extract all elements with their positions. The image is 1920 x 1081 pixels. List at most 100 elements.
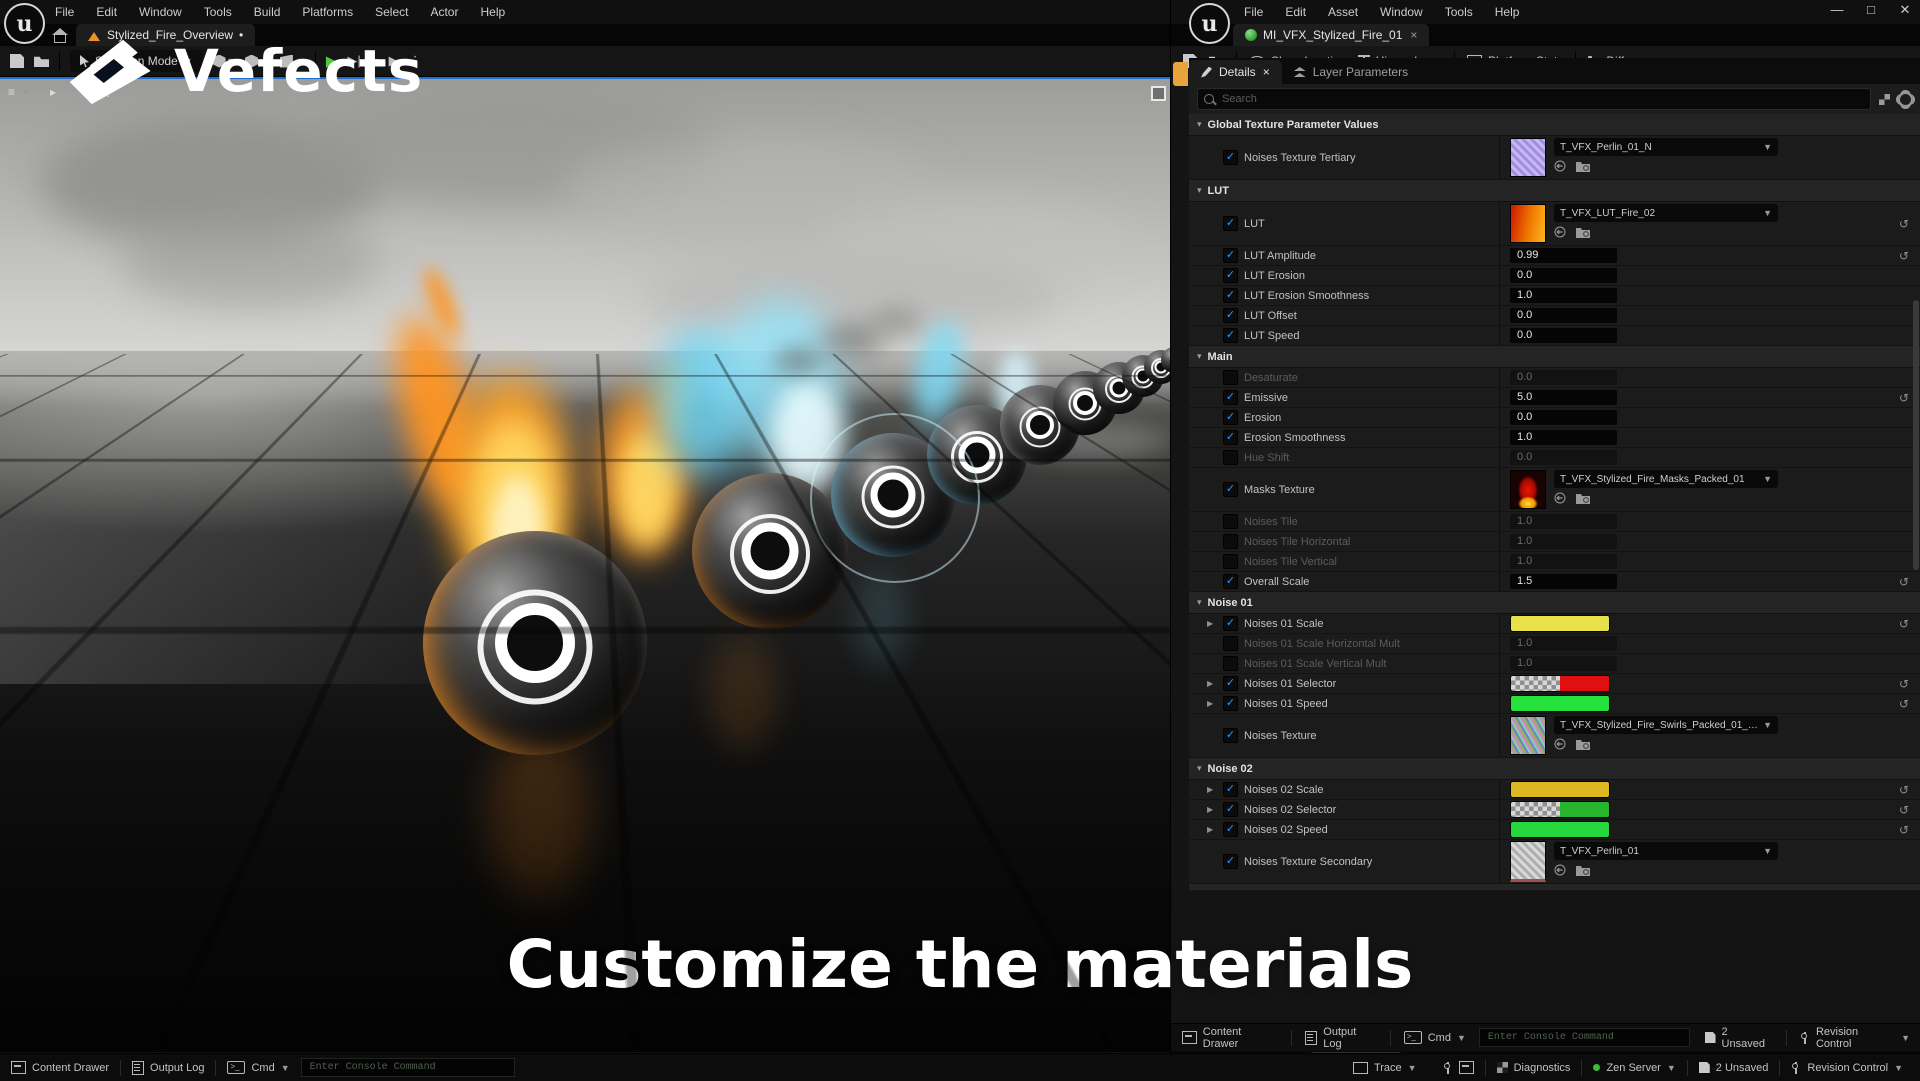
checkbox-noises-02-speed[interactable]: ✓ xyxy=(1223,822,1238,837)
section-header-noise-02[interactable]: ▾Noise 02 xyxy=(1189,758,1920,780)
zen-server-dropdown[interactable]: Zen Server▼ xyxy=(1582,1054,1686,1081)
tab-mi-vfx-stylized-fire[interactable]: MI_VFX_Stylized_Fire_01 × xyxy=(1233,24,1429,46)
texture-dropdown-t-vfx-stylized-fire-swirls-packed-01-hd[interactable]: T_VFX_Stylized_Fire_Swirls_Packed_01_HD▼ xyxy=(1554,716,1778,734)
console-input[interactable] xyxy=(301,1058,515,1077)
menu-build[interactable]: Build xyxy=(245,2,290,22)
view-options-icon[interactable] xyxy=(1879,94,1890,105)
menu-file[interactable]: File xyxy=(1235,2,1272,22)
menu-actor[interactable]: Actor xyxy=(421,2,467,22)
reset-to-default-icon[interactable]: ↺ xyxy=(1887,823,1920,837)
expander-icon[interactable]: ▶ xyxy=(1207,619,1217,628)
checkbox-noises-01-selector[interactable]: ✓ xyxy=(1223,676,1238,691)
menu-tools[interactable]: Tools xyxy=(1436,2,1482,22)
tab-details[interactable]: Details × xyxy=(1189,60,1282,84)
use-selected-icon[interactable] xyxy=(1554,737,1566,755)
checkbox-noises-02-scale[interactable]: ✓ xyxy=(1223,782,1238,797)
cmd-dropdown[interactable]: >_Cmd▼ xyxy=(216,1054,300,1081)
expander-icon[interactable]: ▶ xyxy=(1207,805,1217,814)
checkbox-noises-tile-horizontal[interactable] xyxy=(1223,534,1238,549)
tab-close-icon[interactable]: × xyxy=(1410,28,1417,42)
checkbox-noises-01-scale-horizontal-mult[interactable] xyxy=(1223,636,1238,651)
expander-icon[interactable]: ▶ xyxy=(1207,679,1217,688)
section-header-main[interactable]: ▾Main xyxy=(1189,346,1920,368)
menu-help[interactable]: Help xyxy=(1486,2,1529,22)
viewport-options-menu[interactable]: ≡▼▸⋮ xyxy=(8,85,114,99)
value-field-lut-speed[interactable]: 0.0 xyxy=(1510,328,1617,343)
play-button[interactable]: ▶ xyxy=(326,52,338,70)
value-field-erosion[interactable]: 0.0 xyxy=(1510,410,1617,425)
value-field-desaturate[interactable]: 0.0 xyxy=(1510,370,1617,385)
use-selected-icon[interactable] xyxy=(1554,225,1566,243)
expander-icon[interactable]: ▶ xyxy=(1207,699,1217,708)
minimize-button[interactable]: — xyxy=(1827,2,1847,18)
texture-thumbnail-perlin_n[interactable] xyxy=(1510,138,1546,177)
color-swatch-noises-01-speed[interactable] xyxy=(1510,695,1610,712)
value-field-noises-tile-horizontal[interactable]: 1.0 xyxy=(1510,534,1617,549)
cinematics-button[interactable]: ▼ xyxy=(280,55,305,68)
menu-window[interactable]: Window xyxy=(130,2,191,22)
checkbox-lut-erosion-smoothness[interactable]: ✓ xyxy=(1223,288,1238,303)
home-icon[interactable] xyxy=(52,28,68,42)
skip-button[interactable]: ▶| xyxy=(347,53,360,69)
trace-dropdown[interactable]: Trace▼ xyxy=(1342,1054,1428,1081)
menu-asset[interactable]: Asset xyxy=(1319,2,1367,22)
play-options-kebab[interactable]: ⋮ xyxy=(409,53,422,69)
blueprints-button[interactable]: ▼ xyxy=(245,55,270,68)
menu-window[interactable]: Window xyxy=(1371,2,1432,22)
unsaved-button[interactable]: 2 Unsaved xyxy=(1694,1024,1784,1051)
menu-edit[interactable]: Edit xyxy=(1276,2,1315,22)
reset-to-default-icon[interactable]: ↺ xyxy=(1887,677,1920,691)
value-field-lut-offset[interactable]: 0.0 xyxy=(1510,308,1617,323)
checkbox-lut-amplitude[interactable]: ✓ xyxy=(1223,248,1238,263)
expander-icon[interactable]: ▶ xyxy=(1207,825,1217,834)
checkbox-lut-offset[interactable]: ✓ xyxy=(1223,308,1238,323)
viewport-maximize-icon[interactable] xyxy=(1151,86,1166,101)
content-drawer-button[interactable]: Content Drawer xyxy=(1171,1024,1289,1051)
close-button[interactable]: ✕ xyxy=(1895,2,1915,18)
checkbox-noises-01-speed[interactable]: ✓ xyxy=(1223,696,1238,711)
use-selected-icon[interactable] xyxy=(1554,159,1566,177)
section-header-global-texture-parameter-values[interactable]: ▾Global Texture Parameter Values xyxy=(1189,114,1920,136)
color-swatch-noises-02-selector[interactable] xyxy=(1510,801,1610,818)
reset-to-default-icon[interactable]: ↺ xyxy=(1887,697,1920,711)
menu-file[interactable]: File xyxy=(46,2,83,22)
color-swatch-noises-02-speed[interactable] xyxy=(1510,821,1610,838)
color-swatch-noises-01-selector[interactable] xyxy=(1510,675,1610,692)
checkbox-noises-02-selector[interactable]: ✓ xyxy=(1223,802,1238,817)
cmd-dropdown[interactable]: >_Cmd▼ xyxy=(1393,1024,1477,1051)
texture-thumbnail-masks[interactable] xyxy=(1510,470,1546,509)
search-input[interactable] xyxy=(1197,88,1871,110)
checkbox-noises-01-scale-vertical-mult[interactable] xyxy=(1223,656,1238,671)
value-field-hue-shift[interactable]: 0.0 xyxy=(1510,450,1617,465)
value-field-noises-tile-vertical[interactable]: 1.0 xyxy=(1510,554,1617,569)
browse-to-asset-icon[interactable] xyxy=(1576,863,1590,881)
tab-layer-parameters[interactable]: Layer Parameters xyxy=(1282,60,1420,84)
browse-to-asset-icon[interactable] xyxy=(1576,737,1590,755)
tab-stylized-fire-overview[interactable]: Stylized_Fire_Overview • xyxy=(76,24,255,46)
menu-edit[interactable]: Edit xyxy=(87,2,126,22)
checkbox-noises-texture-secondary[interactable]: ✓ xyxy=(1223,854,1238,869)
value-field-noises-01-scale-horizontal-mult[interactable]: 1.0 xyxy=(1510,636,1617,651)
use-selected-icon[interactable] xyxy=(1554,491,1566,509)
details-tab-close-icon[interactable]: × xyxy=(1263,65,1270,79)
texture-dropdown-t-vfx-perlin-01-n[interactable]: T_VFX_Perlin_01_N▼ xyxy=(1554,138,1778,156)
unsaved-button[interactable]: 2 Unsaved xyxy=(1688,1054,1780,1081)
reset-to-default-icon[interactable]: ↺ xyxy=(1887,803,1920,817)
checkbox-noises-tile-vertical[interactable] xyxy=(1223,554,1238,569)
menu-tools[interactable]: Tools xyxy=(195,2,241,22)
reset-to-default-icon[interactable]: ↺ xyxy=(1887,217,1920,231)
menu-platforms[interactable]: Platforms xyxy=(293,2,362,22)
content-browser-icon[interactable] xyxy=(34,55,49,67)
texture-dropdown-t-vfx-lut-fire-02[interactable]: T_VFX_LUT_Fire_02▼ xyxy=(1554,204,1778,222)
section-header-lut[interactable]: ▾LUT xyxy=(1189,180,1920,202)
checkbox-erosion-smoothness[interactable]: ✓ xyxy=(1223,430,1238,445)
eject-button[interactable]: ▶̲ xyxy=(389,53,399,69)
stop-button[interactable]: ■ xyxy=(371,54,379,69)
diagnostics-button[interactable]: Diagnostics xyxy=(1486,1054,1582,1081)
checkbox-erosion[interactable]: ✓ xyxy=(1223,410,1238,425)
reset-to-default-icon[interactable]: ↺ xyxy=(1887,575,1920,589)
checkbox-desaturate[interactable] xyxy=(1223,370,1238,385)
value-field-lut-erosion-smoothness[interactable]: 1.0 xyxy=(1510,288,1617,303)
value-field-noises-tile[interactable]: 1.0 xyxy=(1510,514,1617,529)
selection-mode-dropdown[interactable]: Selection Mode ▼ xyxy=(70,50,203,72)
